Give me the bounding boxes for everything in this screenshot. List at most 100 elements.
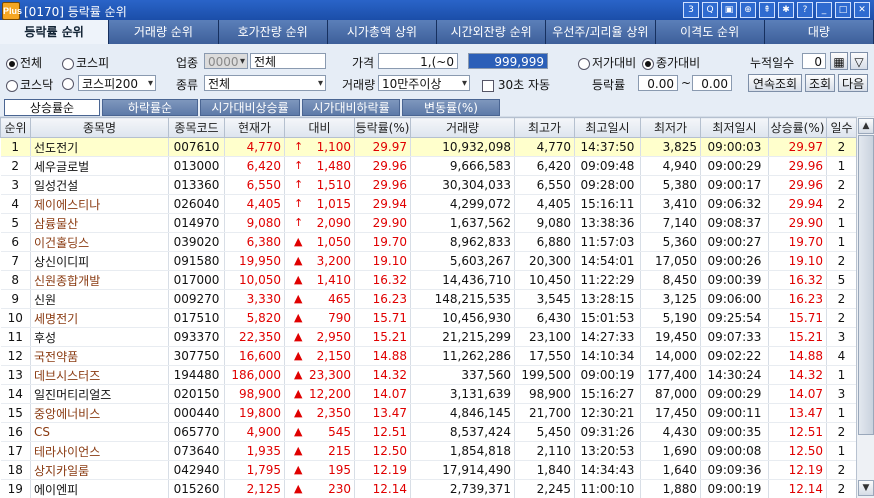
rate-to-field[interactable]: 0.00 (692, 75, 732, 91)
search-icon[interactable]: Q (702, 2, 718, 18)
table-cell: 3,125 (640, 289, 701, 309)
table-row[interactable]: 3 일성건설 013360 6,550 ↑ 1,510 29.96 30,304,033 6,5… (0, 175, 856, 195)
next-button[interactable]: 다음 (838, 74, 868, 92)
table-cell: 98,900 (514, 384, 575, 404)
column-header[interactable]: 현재가 (224, 117, 285, 138)
calendar-icon[interactable]: ▦ (830, 52, 848, 70)
settings-icon[interactable]: ✱ (778, 2, 794, 18)
kospi200-radio[interactable] (62, 76, 76, 90)
table-row[interactable]: 15 중앙에너비스 000440 19,800 ▲ 2,350 13.47 4,846,145… (0, 403, 856, 423)
pin-icon[interactable]: ⇞ (759, 2, 775, 18)
minimize-icon[interactable]: _ (816, 2, 832, 18)
column-header[interactable]: 최저가 (640, 117, 701, 138)
tab-7[interactable]: 대량 (764, 20, 874, 44)
window-icons: 3 Q ▣ ⊕ ⇞ ✱? _ □ ✕ (683, 2, 870, 18)
continuous-query-button[interactable]: 연속조회 (748, 74, 802, 92)
price-from-field[interactable]: 1,(~0 (378, 53, 458, 69)
change-amount: 1,015 (316, 197, 351, 211)
column-header[interactable]: 일수 (826, 117, 856, 138)
vs-open-radio[interactable]: 저가대비 (578, 54, 636, 71)
column-header[interactable]: 최저일시 (700, 117, 769, 138)
table-cell: 8,537,424 (410, 422, 515, 442)
table-row[interactable]: 11 후성 093370 22,350 ▲ 2,950 15.21 21,215,299 23,… (0, 327, 856, 347)
table-row[interactable]: 6 이건홀딩스 039020 6,380 ▲ 1,050 19.70 8,962,833 6,8… (0, 232, 856, 252)
subtab-1[interactable]: 하락률순 (102, 99, 198, 116)
query-button[interactable]: 조회 (805, 74, 835, 92)
table-row[interactable]: 16 CS 065770 4,900 ▲ 545 12.51 8,537,424 5,450 09… (0, 422, 856, 442)
subtab-2[interactable]: 시가대비상승률 (200, 99, 300, 116)
table-row[interactable]: 19 에이엔피 015260 2,125 ▲ 230 12.14 2,739,371 2,245… (0, 479, 856, 498)
table-row[interactable]: 5 삼륭물산 014970 9,080 ↑ 2,090 29.90 1,637,562 9,08… (0, 213, 856, 233)
tab-5[interactable]: 우선주/괴리율 상위 (546, 20, 656, 44)
column-header[interactable]: 최고일시 (574, 117, 641, 138)
column-header[interactable]: 상승률(%) (768, 117, 827, 138)
close-icon[interactable]: ✕ (854, 2, 870, 18)
market-kospi-radio[interactable]: 코스피 (62, 54, 109, 71)
table-row[interactable]: 13 데브시스터즈 194480 186,000 ▲ 23,300 14.32 337,560… (0, 365, 856, 385)
vertical-scrollbar[interactable]: ▲ ▼ (856, 117, 874, 498)
realtime-checkbox[interactable]: 30초 자동 (482, 76, 550, 93)
table-row[interactable]: 14 일진머티리얼즈 020150 98,900 ▲ 12,200 14.07 3,131,6… (0, 384, 856, 404)
table-row[interactable]: 9 신원 009270 3,330 ▲ 465 16.23 148,215,535 3,545 1… (0, 289, 856, 309)
change-amount: 1,480 (316, 159, 351, 173)
sector-name-field[interactable]: 전체 (250, 53, 326, 69)
scroll-down-icon[interactable]: ▼ (858, 480, 874, 496)
subtab-0[interactable]: 상승률순 (4, 99, 100, 116)
volume-select[interactable]: 10만주이상 (378, 75, 470, 91)
table-cell: 17,550 (514, 346, 575, 366)
column-header[interactable]: 대비 (284, 117, 355, 138)
vs-close-radio[interactable]: 종가대비 (642, 54, 700, 71)
table-row[interactable]: 1 선도전기 007610 4,770 ↑ 1,100 29.97 10,932,098 4,7… (0, 137, 856, 157)
table-row[interactable]: 4 제이에스티나 026040 4,405 ↑ 1,015 29.94 4,299,072 4,… (0, 194, 856, 214)
kospi200-select[interactable]: 코스피200 (78, 75, 156, 91)
table-row[interactable]: 7 상신이디피 091580 19,950 ▲ 3,200 19.10 5,603,267 20… (0, 251, 856, 271)
scroll-up-icon[interactable]: ▲ (858, 118, 874, 134)
tab-2[interactable]: 호가잔량 순위 (218, 20, 328, 44)
table-row[interactable]: 10 세명전기 017510 5,820 ▲ 790 15.71 10,456,930 6,43… (0, 308, 856, 328)
column-header[interactable]: 등락률(%) (354, 117, 411, 138)
copy-icon[interactable]: ▣ (721, 2, 737, 18)
up-arrow-icon: ▲ (294, 425, 303, 438)
scroll-thumb[interactable] (858, 135, 874, 435)
price-to-field[interactable]: 999,999 (468, 53, 548, 69)
table-cell: 19.10 (354, 251, 411, 271)
help-3-icon[interactable]: 3 (683, 2, 699, 18)
table-row[interactable]: 8 신원종합개발 017000 10,050 ▲ 1,410 16.32 14,436,710… (0, 270, 856, 290)
tab-3[interactable]: 시가총액 상위 (327, 20, 437, 44)
rate-from-field[interactable]: 0.00 (638, 75, 678, 91)
column-header[interactable]: 종목명 (30, 117, 169, 138)
table-cell: 세명전기 (30, 308, 169, 328)
column-header[interactable]: 최고가 (514, 117, 575, 138)
table-row[interactable]: 17 테라사이언스 073640 1,935 ▲ 215 12.50 1,854,818 2,1… (0, 441, 856, 461)
market-all-radio[interactable]: 전체 (6, 54, 42, 71)
column-header[interactable]: 종목코드 (168, 117, 225, 138)
table-cell: 1 (826, 156, 856, 176)
table-row[interactable]: 2 세우글로벌 013000 6,420 ↑ 1,480 29.96 9,666,583 6,4… (0, 156, 856, 176)
table-cell: 14.32 (354, 365, 411, 385)
sector-code-select[interactable]: 0000 (204, 53, 248, 69)
column-header[interactable]: 거래량 (410, 117, 515, 138)
tab-4[interactable]: 시간외잔량 순위 (437, 20, 547, 44)
table-row[interactable]: 12 국전약품 307750 16,600 ▲ 2,150 14.88 11,262,286 1… (0, 346, 856, 366)
type-select[interactable]: 전체 (204, 75, 326, 91)
tab-1[interactable]: 거래량 순위 (109, 20, 219, 44)
tab-6[interactable]: 이격도 순위 (655, 20, 765, 44)
table-cell: 1 (826, 232, 856, 252)
tab-0[interactable]: 등락률 순위 (0, 20, 110, 44)
column-header[interactable]: 순위 (0, 117, 31, 138)
table-row[interactable]: 18 상지카일룸 042940 1,795 ▲ 195 12.19 17,914,490 1,8… (0, 460, 856, 480)
zoom-icon[interactable]: ⊕ (740, 2, 756, 18)
table-cell: 12.19 (354, 460, 411, 480)
table-cell: 29.97 (768, 137, 827, 157)
filter-icon[interactable]: ▽ (850, 52, 868, 70)
market-kosdaq-radio[interactable]: 코스닥 (6, 76, 53, 93)
table-cell: 12.50 (354, 441, 411, 461)
table-cell: 337,560 (410, 365, 515, 385)
subtab-4[interactable]: 변동률(%) (402, 99, 500, 116)
days-field[interactable]: 0 (802, 53, 826, 69)
maximize-icon[interactable]: □ (835, 2, 851, 18)
subtab-3[interactable]: 시가대비하락률 (302, 99, 400, 116)
radio-on-icon (642, 57, 654, 70)
question-icon[interactable]: ? (797, 2, 813, 18)
table-cell: 015260 (168, 479, 225, 498)
